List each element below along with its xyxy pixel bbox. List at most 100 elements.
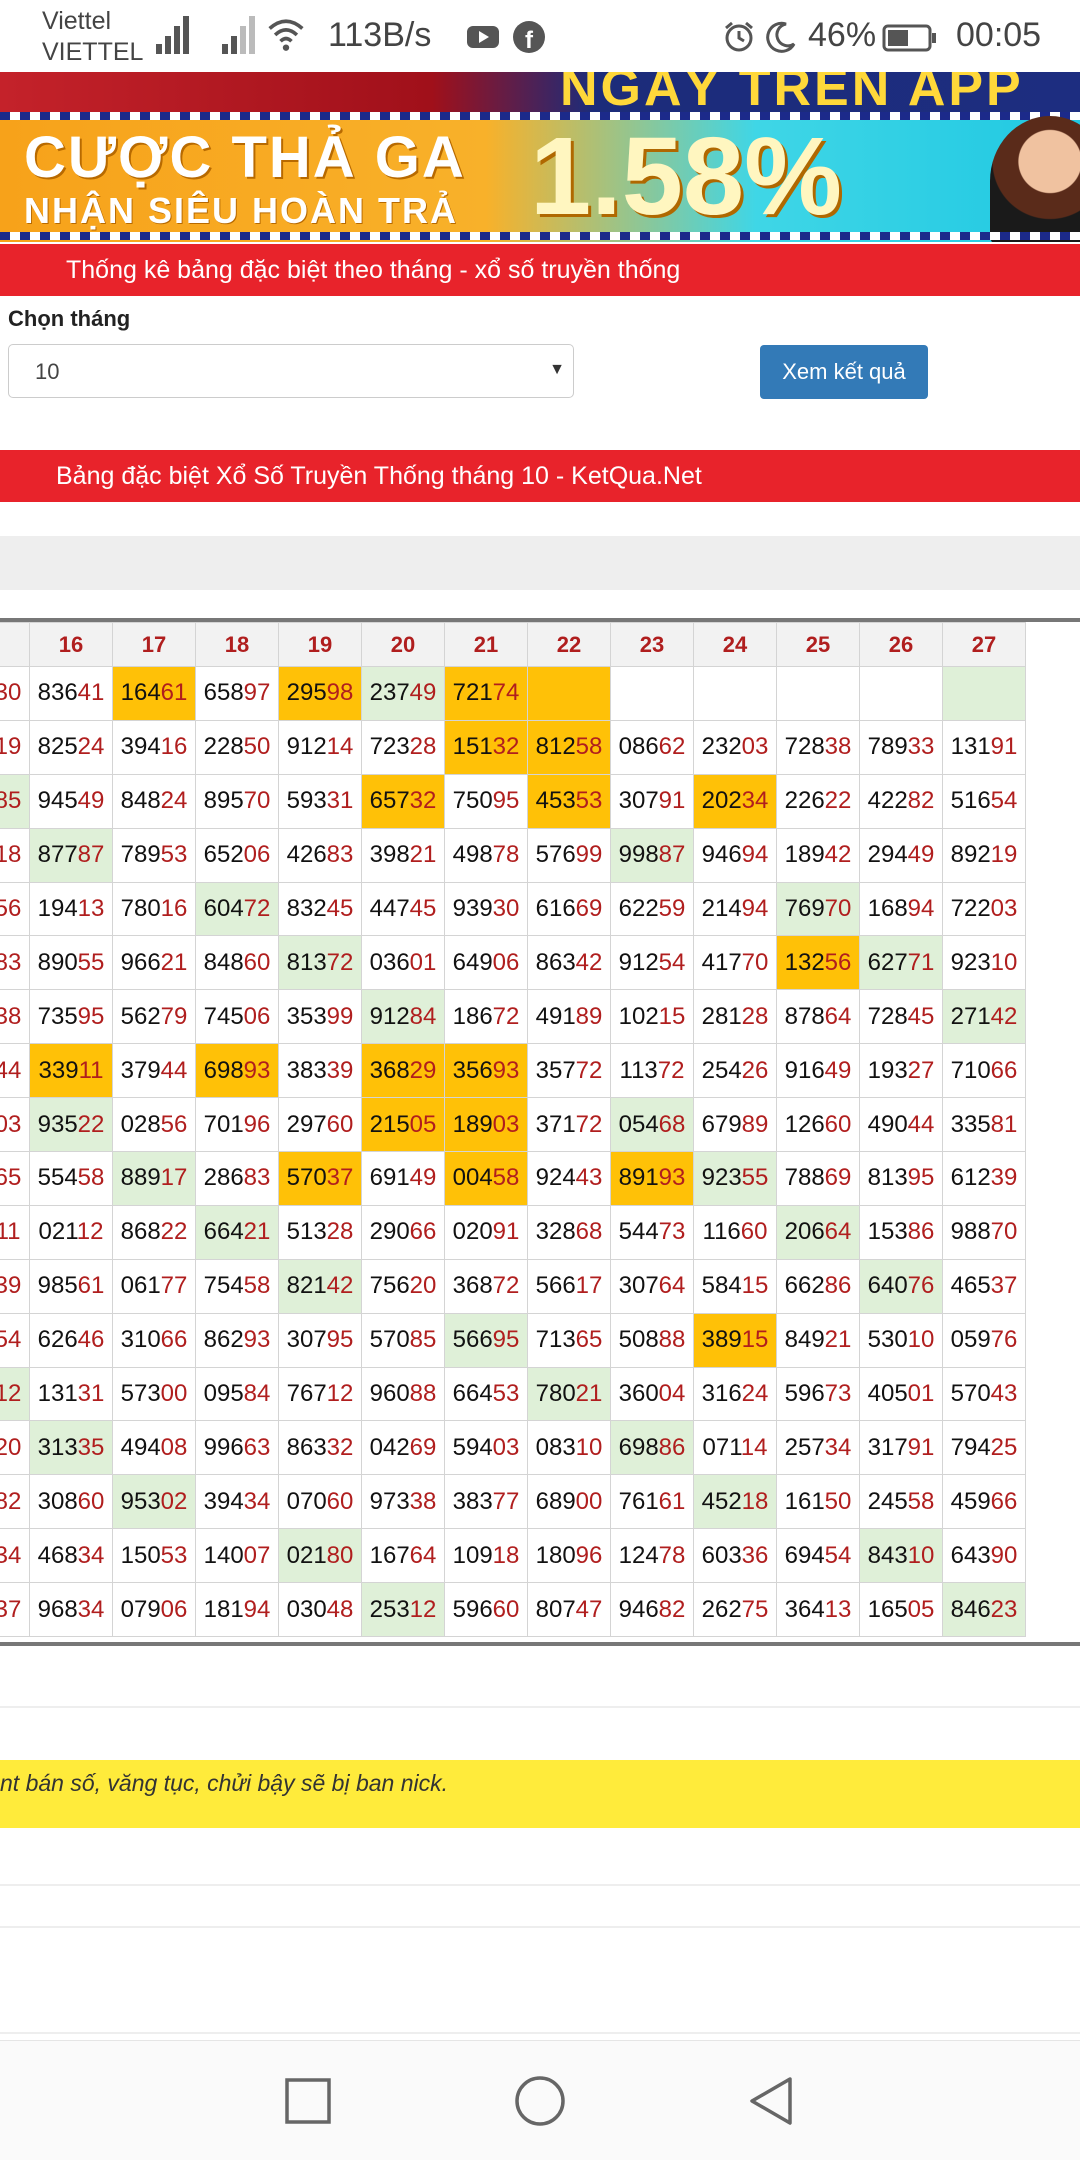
column-header: 17 [112,622,196,667]
table-cell: 22622 [776,773,860,829]
cell-number-tail: 80 [326,1541,354,1569]
cell-number-head: 150 [120,1541,161,1569]
table-row: 8403998561061777545882142756203687256617… [0,1258,1026,1314]
month-select[interactable]: 10 ▼ [8,344,574,398]
cell-number-tail: 90 [990,1541,1018,1569]
cell-number-head: 452 [701,1487,742,1515]
cell-number-head: 863 [535,948,576,976]
cell-number-tail: 60 [326,1110,354,1138]
table-cell: 15434 [0,1528,30,1584]
cell-number-tail: 58 [575,733,603,761]
table-cell: 12660 [776,1097,860,1153]
table-cell: 84860 [195,935,279,991]
table-cell: 46537 [942,1258,1026,1314]
table-cell: 15053 [112,1528,196,1584]
cell-number-tail: 12 [409,1595,437,1623]
table-cell: 62144 [0,1043,30,1099]
cell-number-head: 083 [535,1433,576,1461]
table-row: 2771102112868226642151328290660209132868… [0,1204,1026,1260]
table-cell: 30860 [29,1474,113,1530]
cell-number-tail: 60 [740,1218,768,1246]
cell-number-tail: 61 [658,1487,686,1515]
cell-number-head: 206 [784,1218,825,1246]
cell-number-tail: 34 [824,1433,852,1461]
cell-number-head: 070 [286,1487,327,1515]
view-results-button[interactable]: Xem kết quả [760,345,928,399]
banner-percent: 1.58% [530,115,842,238]
cell-number-tail: 42 [990,1002,1018,1030]
cell-number-head: 281 [701,1002,742,1030]
special-prize-table[interactable]: 15161718192021222324252627 2133083641164… [0,618,1080,1646]
cell-number-tail: 63 [243,1433,271,1461]
table-row: 6582031335494089966386332042695940308310… [0,1420,1026,1476]
cell-number-tail: 31 [326,787,354,815]
cell-number-head: 891 [618,1164,659,1192]
cell-number-tail: 61 [77,1272,105,1300]
cell-number-tail: 22 [77,1110,105,1138]
cell-number-head: 789 [120,841,161,869]
status-bar: Viettel VIETTEL 113B/s f 46% 00:05 [0,0,1080,72]
cell-number-head: 394 [203,1487,244,1515]
cell-number-head: 701 [203,1110,244,1138]
cell-number-tail: 82 [0,1487,22,1515]
cell-number-head: 491 [535,1002,576,1030]
cell-number-head: 848 [203,948,244,976]
cell-number-tail: 07 [243,1541,271,1569]
cell-number-tail: 30 [492,895,520,922]
cell-number-head: 627 [867,948,908,976]
table-cell: 87787 [29,827,113,883]
table-cell: 49408 [112,1420,196,1476]
table-cell: 16505 [859,1582,943,1638]
cell-number-tail: 95 [492,787,520,815]
cell-number-head: 570 [950,1380,991,1408]
table-cell: 29760 [278,1097,362,1153]
cell-number-tail: 26 [741,1056,769,1084]
divider [0,2032,1080,2034]
table-cell: 19413 [29,881,113,937]
cell-number-head: 640 [867,1272,908,1300]
cell-number-tail: 99 [326,1002,354,1030]
cell-number-tail: 39 [990,1164,1018,1192]
cell-number-tail: 91 [492,1218,520,1246]
section-header-stats: Thống kê bảng đặc biệt theo tháng - xổ s… [0,244,1080,296]
cell-number-tail: 43 [575,1164,603,1192]
cell-number-head: 848 [120,787,161,815]
cell-number-tail: 91 [907,1433,935,1461]
cell-number-head: 364 [784,1595,825,1623]
cell-number-head: 946 [618,1595,659,1623]
table-cell: 87864 [776,989,860,1045]
cell-number-head: 214 [701,895,742,922]
cell-number-tail: 60 [77,1487,105,1515]
promo-banner[interactable]: NGÀY TRÊN APP CƯỢC THẢ GA NHẬN SIÊU HOÀN… [0,72,1080,242]
cell-number-head: 664 [452,1380,493,1408]
home-icon[interactable] [512,2073,568,2129]
cell-number-tail: 37 [0,1595,22,1623]
table-cell: 96834 [29,1582,113,1638]
recent-apps-icon[interactable] [280,2073,336,2129]
cell-number-tail: 49 [409,1164,437,1192]
table-cell: 15386 [859,1204,943,1260]
cell-number-tail: 76 [990,1326,1018,1354]
back-icon[interactable] [744,2073,800,2129]
cell-number-tail: 56 [160,1110,188,1138]
column-header: 15 [0,622,30,667]
cell-number-head: 295 [286,679,327,707]
cell-number-tail: 13 [824,1595,852,1623]
cell-number-tail: 61 [160,679,188,707]
cell-number-tail: 83 [0,948,22,976]
cell-number-tail: 85 [0,787,22,815]
cell-number-tail: 10 [907,1541,935,1569]
cell-number-head: 313 [37,1433,78,1461]
cell-number-tail: 28 [409,733,437,761]
cell-number-tail: 68 [575,1218,603,1246]
table-cell: 30764 [610,1258,694,1314]
cell-number-head: 596 [784,1380,825,1408]
cell-number-head: 612 [950,1164,991,1192]
table-cell: 04269 [361,1420,445,1476]
cell-number-tail: 60 [326,1487,354,1515]
table-cell: 19327 [859,1043,943,1099]
cell-number-head: 843 [867,1541,908,1569]
table-cell: 13256 [776,935,860,991]
cell-number-head: 566 [452,1326,493,1354]
table-cell: 27485 [0,773,30,829]
